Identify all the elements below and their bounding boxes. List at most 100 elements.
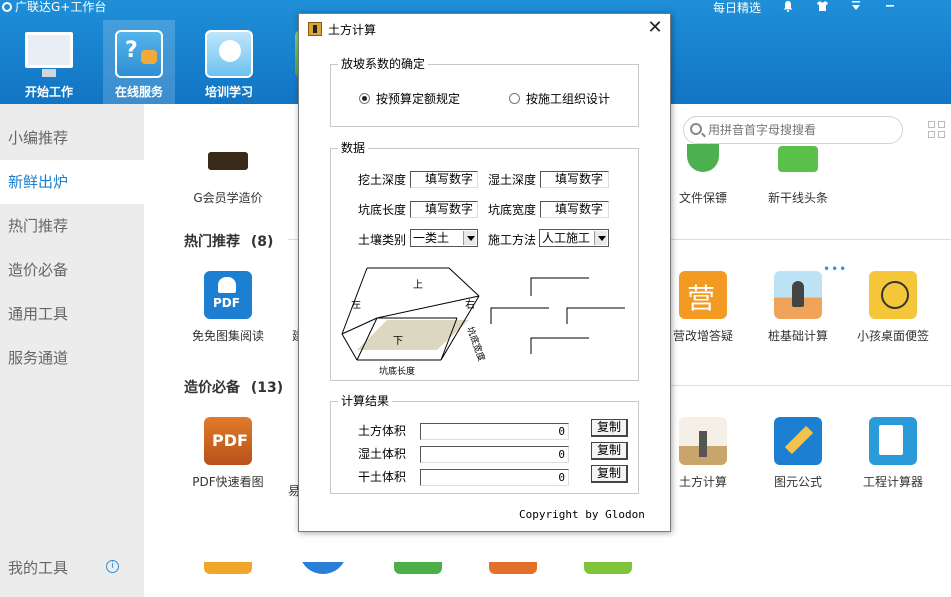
- app-pdf-fast-label: PDF快速看图: [192, 475, 264, 489]
- app-pile-label: 桩基础计算: [767, 329, 828, 343]
- data-group-label: 数据: [338, 141, 369, 155]
- newspaper-icon: [774, 142, 822, 190]
- soil-type-value: 一类土: [413, 231, 450, 245]
- sidebar-item-new-arrivals[interactable]: 新鲜出炉: [0, 160, 144, 204]
- tool-h-icon[interactable]: [394, 562, 442, 574]
- app-calc-label: 工程计算器: [862, 475, 923, 489]
- tab-training[interactable]: 培训学习: [193, 20, 265, 104]
- pdf-fast-icon: [204, 417, 252, 465]
- earthwork-app-icon: [308, 22, 322, 36]
- pencil-doc-icon[interactable]: [489, 562, 537, 574]
- radio-budget-quota-label: 按预算定额规定: [376, 92, 461, 106]
- pit-width-label: 坑底宽度: [488, 203, 537, 217]
- kid-face-icon: [869, 271, 917, 319]
- earth-volume-output: 0: [420, 423, 569, 440]
- shield-icon: [679, 142, 727, 190]
- radio-construction-design-label: 按施工组织设计: [526, 92, 611, 106]
- chevron-down-icon: [463, 231, 476, 245]
- app-tuyuan-label: 图元公式: [773, 475, 822, 489]
- method-select[interactable]: 人工施工: [539, 229, 609, 247]
- soil-type-label: 土壤类别: [358, 233, 407, 247]
- app-pdf-free-label: 免免图集阅读: [191, 329, 264, 343]
- diagram-bottom-label: 下: [393, 336, 403, 347]
- copy-wet-volume-button[interactable]: 复制: [591, 442, 628, 460]
- slope-group-label: 放坡系数的确定: [338, 57, 429, 71]
- shirt-icon[interactable]: [815, 0, 829, 16]
- radio-budget-quota[interactable]: 按预算定额规定: [359, 90, 460, 107]
- slope-group: 放坡系数的确定 按预算定额规定 按施工组织设计: [330, 57, 639, 127]
- section-hot-count: (8): [250, 234, 274, 250]
- wet-depth-label: 湿土深度: [488, 173, 537, 187]
- diagram-pit-width-label: 坑底宽度: [464, 325, 487, 363]
- diagram-right-label: 右: [465, 298, 475, 311]
- app-title-text: 广联达G+工作台: [15, 0, 107, 14]
- grid-view-icon[interactable]: [928, 121, 946, 139]
- ruler-icon: [774, 417, 822, 465]
- section-hot-title: 热门推荐 (8): [184, 231, 273, 251]
- dig-depth-input[interactable]: 填写数字: [410, 171, 478, 188]
- dialog-title: 土方计算: [328, 23, 377, 37]
- diagram-top-label: 上: [413, 279, 423, 291]
- section-cost-count: (13): [250, 380, 284, 396]
- section-divider: [670, 385, 951, 386]
- minimize-icon[interactable]: [883, 0, 897, 16]
- section-cost-label: 造价必备: [184, 380, 240, 396]
- pit-diagram: 上 左 右 下 坑底长度 坑底宽度: [341, 267, 487, 377]
- copyright-text: Copyright by Glodon: [519, 508, 645, 521]
- more-icon[interactable]: •••: [823, 262, 847, 276]
- copy-dry-volume-button[interactable]: 复制: [591, 465, 628, 483]
- soil-type-select[interactable]: 一类土: [410, 229, 478, 247]
- pdf-rabbit-icon: [204, 271, 252, 319]
- radio-dot: [359, 93, 370, 104]
- sidebar-item-general-tools[interactable]: 通用工具: [0, 292, 144, 336]
- tab-start-work[interactable]: 开始工作: [13, 20, 85, 104]
- data-group: 数据 挖土深度 填写数字 湿土深度 填写数字 坑底长度 填写数字 坑底宽度 填写…: [330, 141, 639, 381]
- section-hot-label: 热门推荐: [184, 234, 240, 250]
- earthwork-dialog: 土方计算 ✕ 放坡系数的确定 按预算定额规定 按施工组织设计 数据 挖土深度 填…: [298, 13, 671, 532]
- dialog-titlebar[interactable]: 土方计算 ✕: [299, 14, 670, 44]
- sidebar-item-hot[interactable]: 热门推荐: [0, 204, 144, 248]
- pit-width-input[interactable]: 填写数字: [540, 201, 609, 218]
- radio-construction-design[interactable]: 按施工组织设计: [509, 90, 610, 107]
- app-title: 广联达G+工作台: [2, 0, 106, 14]
- folder-icon[interactable]: [204, 562, 252, 574]
- wet-depth-input[interactable]: 填写数字: [540, 171, 609, 188]
- left-sidebar: 小编推荐 新鲜出炉 热门推荐 造价必备 通用工具 服务通道 我的工具 i: [0, 104, 144, 597]
- header-toolbar: 每日精选: [713, 0, 897, 16]
- calculator-icon: [869, 417, 917, 465]
- sidebar-item-cost-essentials[interactable]: 造价必备: [0, 248, 144, 292]
- daily-picks-link[interactable]: 每日精选: [713, 1, 761, 15]
- diagram-left-label: 左: [351, 298, 361, 311]
- glodon-logo-icon: [2, 2, 12, 12]
- tab-online-service-label: 在线服务: [114, 85, 163, 99]
- grid-map-icon[interactable]: [584, 562, 632, 574]
- earth-volume-label: 土方体积: [358, 424, 407, 438]
- tab-partial[interactable]: [283, 20, 299, 104]
- result-group-label: 计算结果: [338, 394, 393, 408]
- app-kid-note-label: 小孩桌面便签: [856, 329, 929, 343]
- monitor-icon: [25, 32, 73, 77]
- chevron-down-icon: [594, 231, 607, 245]
- video-play-icon: [205, 30, 253, 78]
- bell-icon[interactable]: [781, 0, 795, 16]
- close-icon[interactable]: ✕: [645, 18, 665, 38]
- section-divider: [670, 239, 951, 240]
- sidebar-item-service-channel[interactable]: 服务通道: [0, 336, 144, 380]
- section-cost-title: 造价必备 (13): [184, 377, 283, 397]
- pit-length-input[interactable]: 填写数字: [410, 201, 478, 218]
- search-input[interactable]: [708, 120, 888, 140]
- search-box: [683, 116, 903, 144]
- dig-depth-label: 挖土深度: [358, 173, 407, 187]
- dropdown-menu-icon[interactable]: [849, 0, 863, 16]
- pile-foundation-icon: [774, 271, 822, 319]
- slope-profile-diagram: [490, 277, 625, 354]
- pit-length-label: 坑底长度: [358, 203, 407, 217]
- chat-bubble-icon[interactable]: [299, 562, 347, 574]
- result-group: 计算结果 土方体积 0 复制 湿土体积 0 复制 干土体积 0 复制: [330, 394, 639, 494]
- sidebar-item-editor-picks[interactable]: 小编推荐: [0, 116, 144, 160]
- tab-online-service[interactable]: 在线服务: [103, 20, 175, 104]
- dry-volume-label: 干土体积: [358, 470, 407, 484]
- earthwork-icon: [679, 417, 727, 465]
- copy-earth-volume-button[interactable]: 复制: [591, 419, 628, 437]
- wet-volume-output: 0: [420, 446, 569, 463]
